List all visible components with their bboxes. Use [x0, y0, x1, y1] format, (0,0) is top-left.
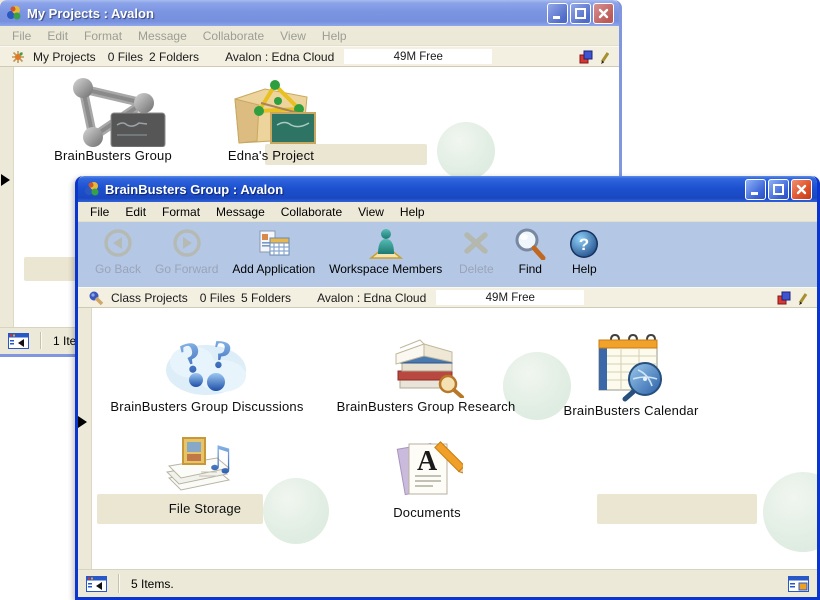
help-button[interactable]: ? Help	[557, 227, 611, 277]
menu-view[interactable]: View	[272, 27, 314, 45]
svg-text:?: ?	[579, 235, 589, 254]
sidebar-gutter	[78, 308, 92, 569]
close-button[interactable]	[593, 3, 614, 24]
menu-file[interactable]: File	[4, 27, 39, 45]
location-name: Class Projects	[111, 291, 188, 305]
brainbusters-workspace: ? ? BrainBusters Group Discussions Brain…	[78, 308, 817, 569]
delete-x-icon	[458, 228, 494, 260]
layers-icon[interactable]	[777, 291, 791, 305]
location-infobar: Class Projects 0 Files 5 Folders Avalon …	[78, 287, 817, 308]
folder-brainbusters-group[interactable]: BrainBusters Group	[27, 75, 199, 163]
maximize-button[interactable]	[768, 179, 789, 200]
folder-count: 5 Folders	[241, 291, 291, 305]
calendar-icon	[589, 332, 673, 402]
window-title: My Projects : Avalon	[27, 6, 543, 21]
help-icon: ?	[566, 228, 602, 260]
maximize-button[interactable]	[570, 3, 591, 24]
svg-text:♫: ♫	[205, 439, 235, 479]
location-name: My Projects	[33, 50, 96, 64]
layout-view-icon[interactable]	[788, 576, 809, 592]
sidebar-expander-icon[interactable]	[78, 416, 87, 428]
minimize-button[interactable]	[547, 3, 568, 24]
app-label: BrainBusters Calendar	[564, 403, 699, 418]
background-decoration	[597, 494, 757, 524]
item-count: 5 Items.	[131, 577, 174, 591]
free-space-indicator: 49M Free	[344, 49, 492, 64]
app-icon	[84, 181, 100, 197]
toolbar: Go Back Go Forward Add Application	[78, 222, 817, 287]
my-projects-icon	[10, 49, 26, 65]
background-decoration	[437, 122, 495, 180]
app-label: File Storage	[169, 501, 242, 516]
add-application-icon	[256, 228, 292, 260]
close-button[interactable]	[791, 179, 812, 200]
free-space-indicator: 49M Free	[436, 290, 584, 305]
my-projects-titlebar[interactable]: My Projects : Avalon	[0, 0, 619, 26]
menubar: File Edit Format Message Collaborate Vie…	[78, 202, 817, 222]
brainbusters-group-window: BrainBusters Group : Avalon File Edit Fo…	[75, 176, 820, 600]
network-group-icon	[53, 75, 173, 147]
folder-ednas-project[interactable]: Edna's Project	[196, 75, 346, 163]
layers-icon[interactable]	[579, 50, 593, 64]
menu-collaborate[interactable]: Collaborate	[273, 203, 350, 221]
delete-button: Delete	[449, 227, 503, 277]
menu-edit[interactable]: Edit	[39, 27, 76, 45]
cloud-name: Avalon : Edna Cloud	[225, 50, 334, 64]
find-button[interactable]: Find	[503, 227, 557, 277]
menu-view[interactable]: View	[350, 203, 392, 221]
folder-label: BrainBusters Group	[54, 148, 172, 163]
go-back-button: Go Back	[88, 227, 148, 277]
class-projects-icon	[88, 290, 104, 306]
app-calendar[interactable]: BrainBusters Calendar	[551, 332, 711, 418]
menubar: File Edit Format Message Collaborate Vie…	[0, 26, 619, 46]
app-group-research[interactable]: BrainBusters Group Research	[326, 330, 526, 414]
sidebar-gutter	[0, 67, 14, 327]
menu-message[interactable]: Message	[130, 27, 195, 45]
menu-format[interactable]: Format	[154, 203, 208, 221]
pencil-icon[interactable]	[599, 50, 611, 64]
brainbusters-titlebar[interactable]: BrainBusters Group : Avalon	[78, 176, 817, 202]
minimize-button[interactable]	[745, 179, 766, 200]
forward-arrow-icon	[169, 228, 205, 260]
find-magnifier-icon	[512, 228, 548, 260]
panel-toggle-icon[interactable]	[86, 576, 107, 592]
menu-help[interactable]: Help	[314, 27, 355, 45]
svg-text:A: A	[417, 446, 438, 477]
back-arrow-icon	[100, 228, 136, 260]
folder-label: Edna's Project	[228, 148, 314, 163]
menu-file[interactable]: File	[82, 203, 117, 221]
go-forward-button: Go Forward	[148, 227, 225, 277]
discussions-icon: ? ?	[164, 328, 250, 398]
project-folder-icon	[223, 75, 319, 147]
research-books-icon	[386, 330, 466, 398]
app-icon	[6, 5, 22, 21]
menu-message[interactable]: Message	[208, 203, 273, 221]
app-file-storage[interactable]: ♫ File Storage	[130, 436, 280, 516]
workspace-members-button[interactable]: Workspace Members	[322, 227, 449, 277]
panel-toggle-icon[interactable]	[8, 333, 29, 349]
file-count: 0 Files	[200, 291, 235, 305]
window-title: BrainBusters Group : Avalon	[105, 182, 741, 197]
app-label: BrainBusters Group Research	[337, 399, 516, 414]
add-application-button[interactable]: Add Application	[225, 227, 322, 277]
menu-help[interactable]: Help	[392, 203, 433, 221]
location-infobar: My Projects 0 Files 2 Folders Avalon : E…	[0, 46, 619, 67]
file-storage-icon: ♫	[161, 436, 249, 500]
pencil-icon[interactable]	[797, 291, 809, 305]
brainbusters-statusbar: 5 Items.	[78, 569, 817, 597]
app-label: Documents	[393, 505, 461, 520]
menu-collaborate[interactable]: Collaborate	[195, 27, 272, 45]
app-documents[interactable]: A Documents	[357, 438, 497, 520]
sidebar-expander-icon[interactable]	[1, 174, 10, 186]
menu-format[interactable]: Format	[76, 27, 130, 45]
background-decoration	[763, 472, 817, 552]
menu-edit[interactable]: Edit	[117, 203, 154, 221]
workspace-members-icon	[368, 228, 404, 260]
file-count: 0 Files	[108, 50, 143, 64]
documents-icon: A	[391, 438, 463, 504]
folder-count: 2 Folders	[149, 50, 199, 64]
cloud-name: Avalon : Edna Cloud	[317, 291, 426, 305]
app-group-discussions[interactable]: ? ? BrainBusters Group Discussions	[101, 328, 313, 414]
app-label: BrainBusters Group Discussions	[110, 399, 303, 414]
